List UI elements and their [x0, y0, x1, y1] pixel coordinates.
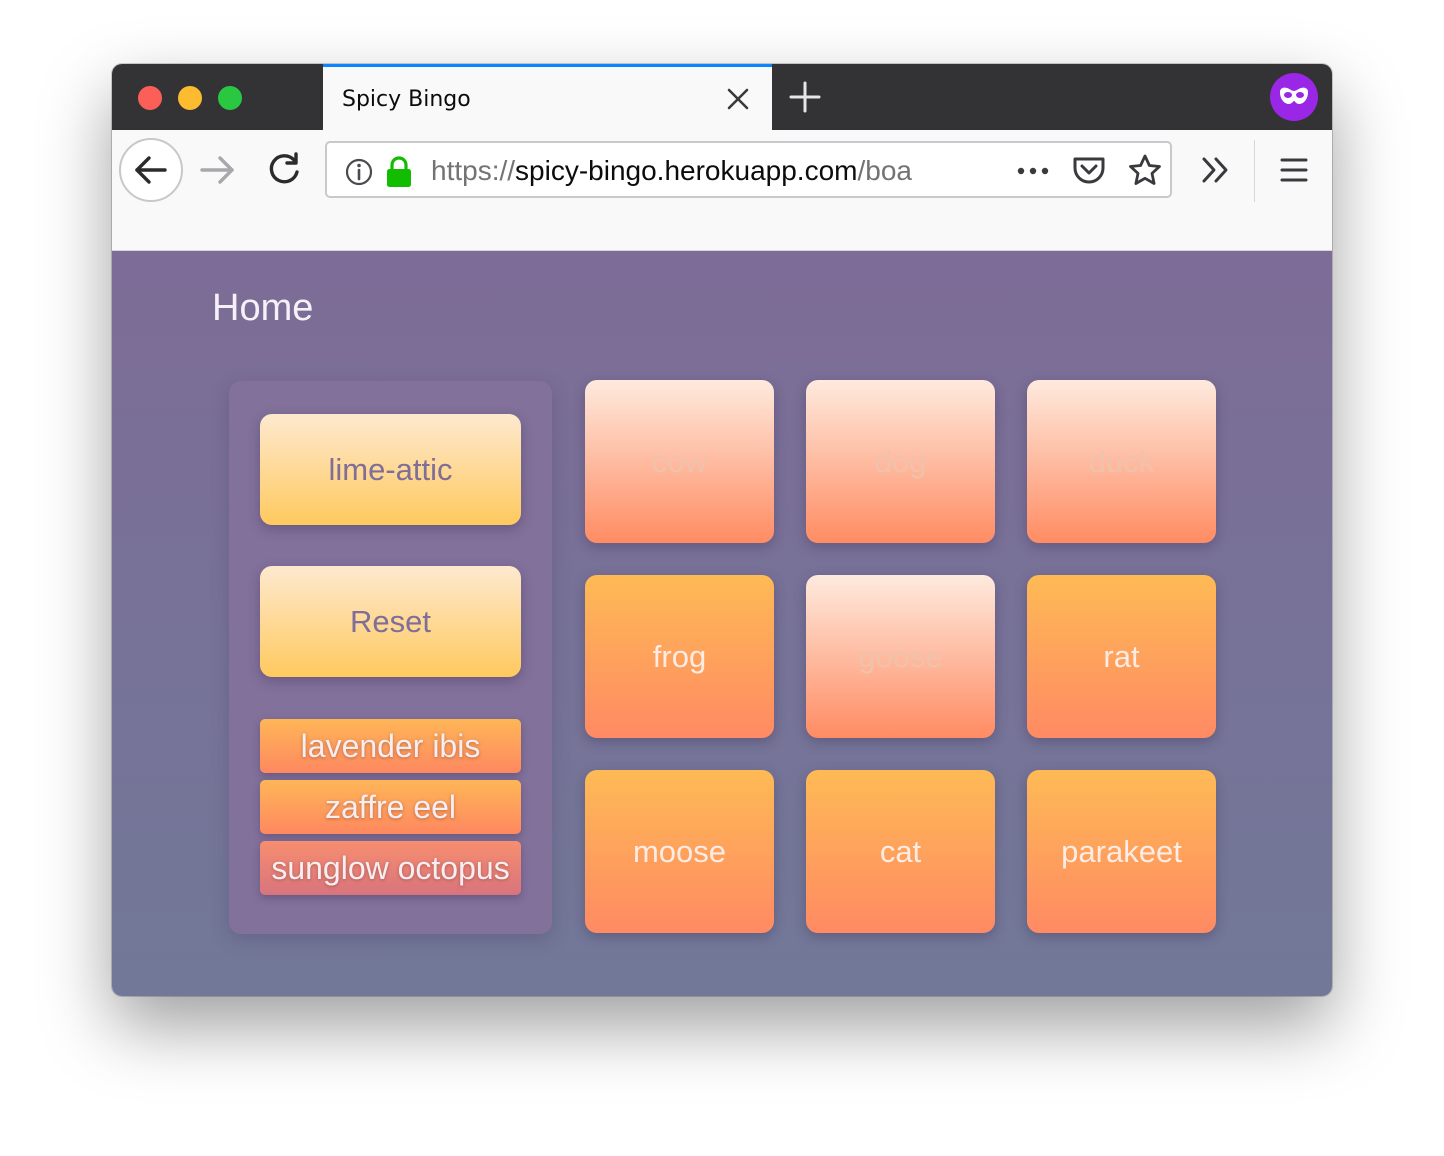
- info-icon[interactable]: [344, 157, 374, 187]
- bingo-square-moose[interactable]: moose: [585, 770, 774, 933]
- bingo-square-dog[interactable]: dog: [806, 380, 995, 543]
- bingo-square-duck[interactable]: duck: [1027, 380, 1216, 543]
- more-icon[interactable]: [1015, 159, 1051, 183]
- menu-icon[interactable]: [1276, 152, 1312, 188]
- back-button[interactable]: [119, 138, 183, 202]
- bingo-square-frog[interactable]: frog: [585, 575, 774, 738]
- toolbar-divider: [1254, 140, 1255, 202]
- tab-spicy-bingo[interactable]: Spicy Bingo: [323, 64, 772, 130]
- minimize-window-button[interactable]: [178, 86, 202, 110]
- url-host: spicy-bingo.herokuapp.com: [515, 155, 858, 186]
- star-icon[interactable]: [1127, 153, 1163, 189]
- pocket-icon[interactable]: [1071, 154, 1107, 186]
- tab-bar: Spicy Bingo: [112, 64, 1332, 130]
- bingo-square-cat[interactable]: cat: [806, 770, 995, 933]
- zoom-window-button[interactable]: [218, 86, 242, 110]
- close-window-button[interactable]: [138, 86, 162, 110]
- forward-arrow-icon[interactable]: [198, 152, 238, 188]
- lock-icon[interactable]: [385, 156, 413, 188]
- side-panel: lime-attic Reset lavender ibis zaffre ee…: [229, 381, 552, 934]
- tab-title: Spicy Bingo: [342, 87, 471, 112]
- close-icon[interactable]: [724, 85, 752, 113]
- url-protocol: https://: [431, 155, 516, 186]
- bingo-square-cow[interactable]: cow: [585, 380, 774, 543]
- home-link[interactable]: Home: [212, 287, 313, 330]
- player-badge: sunglow octopus: [260, 841, 521, 895]
- url-bar[interactable]: https://spicy-bingo.herokuapp.com/boa: [325, 141, 1172, 198]
- navigation-toolbar: https://spicy-bingo.herokuapp.com/boa: [112, 130, 1332, 251]
- bingo-square-parakeet[interactable]: parakeet: [1027, 770, 1216, 933]
- overflow-icon[interactable]: [1198, 152, 1234, 188]
- browser-window: Spicy Bingo https://spicy-bingo.herokuap…: [112, 64, 1332, 996]
- bingo-square-goose[interactable]: goose: [806, 575, 995, 738]
- bingo-square-rat[interactable]: rat: [1027, 575, 1216, 738]
- plus-icon[interactable]: [788, 80, 822, 114]
- page-content: Home lime-attic Reset lavender ibis zaff…: [112, 251, 1332, 996]
- reload-icon[interactable]: [264, 150, 304, 190]
- url-path: /boa: [857, 155, 912, 186]
- board-name-button[interactable]: lime-attic: [260, 414, 521, 525]
- back-arrow-icon: [135, 156, 167, 184]
- private-browsing-icon[interactable]: [1270, 73, 1318, 121]
- player-badge: zaffre eel: [260, 780, 521, 834]
- player-badge: lavender ibis: [260, 719, 521, 773]
- reset-button[interactable]: Reset: [260, 566, 521, 677]
- url-text[interactable]: https://spicy-bingo.herokuapp.com/boa: [431, 155, 941, 187]
